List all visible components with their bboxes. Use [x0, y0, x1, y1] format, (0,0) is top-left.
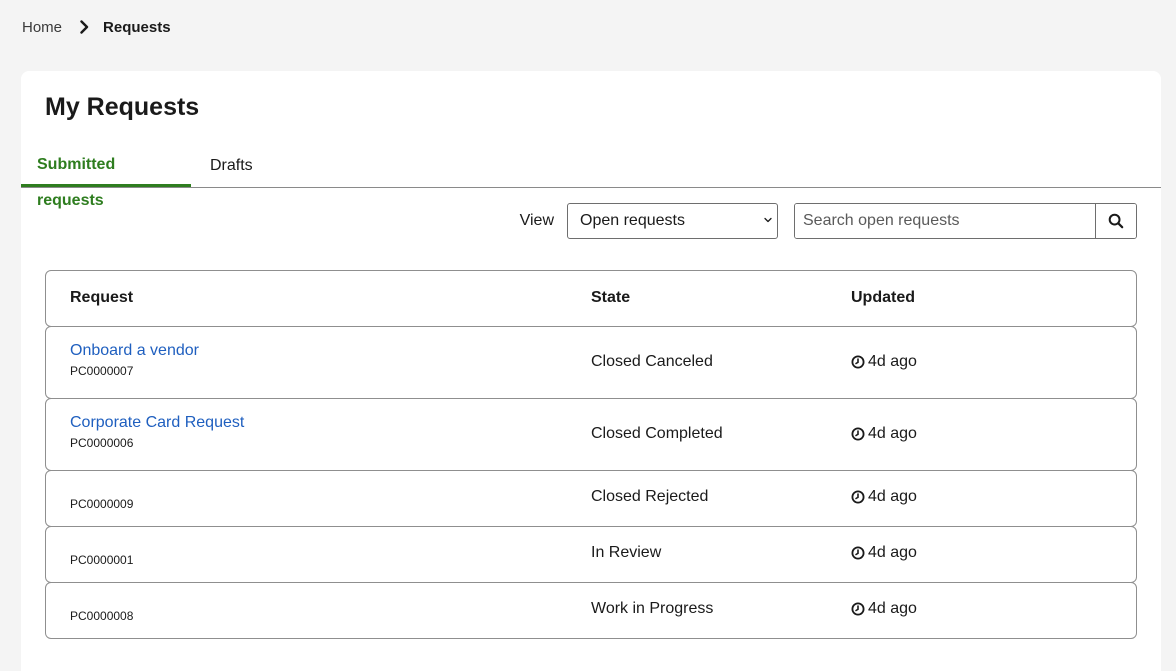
request-state: Closed Canceled — [591, 353, 713, 370]
request-cell: PC0000009 — [70, 493, 133, 511]
request-updated: 4d ago — [851, 488, 917, 506]
request-cell: Onboard a vendor PC0000007 — [70, 342, 199, 378]
column-header-updated[interactable]: Updated — [851, 289, 915, 307]
table-row: PC0000009 Closed Rejected 4d ago — [45, 470, 1137, 527]
request-state: Work in Progress — [591, 600, 714, 617]
request-state: Closed Rejected — [591, 488, 709, 505]
request-number: PC0000008 — [70, 609, 134, 623]
search-icon — [1108, 213, 1124, 229]
search-input[interactable] — [795, 204, 1095, 238]
request-cell: PC0000008 — [70, 605, 133, 623]
clock-icon — [851, 490, 865, 504]
column-header-request[interactable]: Request — [70, 289, 133, 307]
updated-text: 4d ago — [868, 488, 917, 505]
request-state: In Review — [591, 544, 662, 561]
breadcrumb-current: Requests — [103, 18, 171, 36]
chevron-right-icon — [80, 20, 89, 34]
clock-icon — [851, 546, 865, 560]
requests-card: My Requests Submitted requests Drafts Vi… — [21, 71, 1161, 671]
breadcrumb-home-link[interactable]: Home — [22, 19, 62, 36]
breadcrumb: Home Requests — [22, 16, 171, 38]
view-label: View — [519, 212, 554, 229]
clock-icon — [851, 427, 865, 441]
table-row: Corporate Card Request PC0000006 Closed … — [45, 398, 1137, 471]
request-updated: 4d ago — [851, 353, 917, 371]
request-title-link[interactable]: Onboard a vendor — [70, 342, 199, 360]
filter-toolbar: View Open requests — [520, 203, 1137, 239]
request-updated: 4d ago — [851, 425, 917, 443]
clock-icon — [851, 355, 865, 369]
updated-text: 4d ago — [868, 353, 917, 370]
table-row: Onboard a vendor PC0000007 Closed Cancel… — [45, 326, 1137, 399]
chevron-down-icon — [764, 217, 772, 223]
request-updated: 4d ago — [851, 544, 917, 562]
search-box — [794, 203, 1137, 239]
updated-text: 4d ago — [868, 425, 917, 442]
clock-icon — [851, 602, 865, 616]
request-cell: Corporate Card Request PC0000006 — [70, 414, 244, 450]
request-number: PC0000007 — [70, 364, 134, 378]
request-title-link[interactable]: Corporate Card Request — [70, 414, 244, 432]
view-select[interactable]: Open requests — [567, 203, 778, 239]
request-number: PC0000006 — [70, 436, 134, 450]
column-header-state[interactable]: State — [591, 289, 630, 307]
table-row: PC0000001 In Review 4d ago — [45, 526, 1137, 583]
requests-table: Request State Updated Onboard a vendor P… — [45, 270, 1137, 639]
request-updated: 4d ago — [851, 600, 917, 618]
page-title: My Requests — [45, 93, 200, 121]
table-row: PC0000008 Work in Progress 4d ago — [45, 582, 1137, 639]
tab-drafts[interactable]: Drafts — [194, 147, 269, 186]
updated-text: 4d ago — [868, 544, 917, 561]
updated-text: 4d ago — [868, 600, 917, 617]
tab-bar: Submitted requests Drafts — [21, 147, 1161, 209]
request-number: PC0000001 — [70, 553, 134, 567]
request-cell: PC0000001 — [70, 549, 133, 567]
view-select-value: Open requests — [580, 212, 685, 229]
search-button[interactable] — [1095, 204, 1136, 238]
tab-submitted-requests[interactable]: Submitted requests — [21, 147, 191, 209]
request-state: Closed Completed — [591, 425, 723, 442]
table-header-row: Request State Updated — [45, 270, 1137, 327]
request-number: PC0000009 — [70, 497, 134, 511]
